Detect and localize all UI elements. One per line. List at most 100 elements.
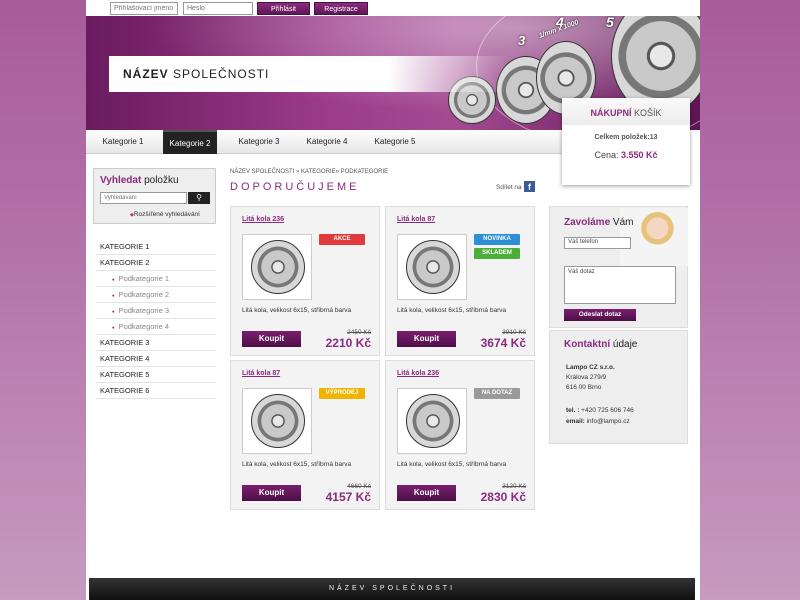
category-item[interactable]: KATEGORIE 5 <box>96 367 216 383</box>
shopping-cart[interactable]: NÁKUPNÍ KOŠÍK Celkem položek:13 Cena: 3.… <box>562 98 690 185</box>
buy-button[interactable]: Koupit <box>397 331 456 347</box>
callback-title: Zavoláme Vám <box>564 217 633 228</box>
product-image[interactable] <box>397 234 467 300</box>
breadcrumb[interactable]: NÁZEV SPOLEČNOSTI » KATEGORIE» PODKATEGO… <box>230 169 388 175</box>
wheel-image <box>251 394 305 448</box>
cart-title-rest: KOŠÍK <box>631 108 662 118</box>
cart-price-label: Cena: <box>594 150 621 160</box>
search-title-rest: položku <box>141 175 179 186</box>
search-button[interactable]: ⚲ <box>188 192 210 204</box>
category-item[interactable]: KATEGORIE 1 <box>96 239 216 255</box>
product-price: 3674 Kč <box>480 336 526 350</box>
login-button[interactable]: Přihlásit <box>257 2 310 15</box>
product-description: Litá kola, velikost 6x15, stříbrná barva <box>397 461 507 468</box>
nav-item-kategorie-4[interactable]: Kategorie 4 <box>296 130 358 154</box>
page: Přihlásit Registrace 3 4 5 1/min x 1000 … <box>86 0 700 600</box>
search-title-bold: Vyhledat <box>100 175 142 186</box>
product-image[interactable] <box>397 388 467 454</box>
product-price: 4157 Kč <box>325 490 371 504</box>
wheel-image <box>406 394 460 448</box>
category-item[interactable]: KATEGORIE 6 <box>96 383 216 399</box>
contact-email-label: email: <box>566 418 585 425</box>
facebook-icon[interactable]: f <box>524 181 535 192</box>
category-item[interactable]: KATEGORIE 2 <box>96 255 216 271</box>
wheel-image <box>251 240 305 294</box>
nav-item-kategorie-1[interactable]: Kategorie 1 <box>92 130 154 154</box>
contact-email[interactable]: email: info@lampo.cz <box>566 418 630 425</box>
contact-panel: Kontaktní údaje Lampo CZ s.r.o. Králova … <box>549 330 688 444</box>
contact-email-value: info@lampo.cz <box>584 418 630 425</box>
login-bar: Přihlásit Registrace <box>86 0 700 16</box>
product-badge: VÝPRODEJ <box>319 388 365 399</box>
product-description: Litá kola, velikost 6x15, stříbrná barva <box>242 461 352 468</box>
contact-phone-value: +420 725 606 746 <box>579 407 634 414</box>
product-badge: NOVINKA <box>474 234 520 245</box>
search-input[interactable] <box>100 192 187 204</box>
contact-title-bold: Kontaktní <box>564 339 611 350</box>
contact-phone: tel. : +420 725 606 746 <box>566 407 634 414</box>
product-image[interactable] <box>242 234 312 300</box>
logo-bold: NÁZEV <box>123 67 169 81</box>
search-panel: Vyhledat položku ⚲ Rozšířené vyhledávání <box>93 168 216 224</box>
category-item[interactable]: KATEGORIE 4 <box>96 351 216 367</box>
product-title[interactable]: Litá kola 87 <box>397 216 435 223</box>
search-title: Vyhledat položku <box>100 175 179 186</box>
product-badge: SKLADEM <box>474 248 520 259</box>
cart-title-bold: NÁKUPNÍ <box>590 108 632 118</box>
buy-button[interactable]: Koupit <box>242 331 301 347</box>
contact-phone-label: tel. : <box>566 407 580 414</box>
nav-item-kategorie-2[interactable]: Kategorie 2 <box>163 130 217 154</box>
product-card: Litá kola 87 VÝPRODEJ Litá kola, velikos… <box>230 360 380 510</box>
contact-city: 616 00 Brno <box>566 384 602 391</box>
product-title[interactable]: Litá kola 236 <box>242 216 284 223</box>
subcategory-item[interactable]: Podkategorie 1 <box>96 271 216 287</box>
product-description: Litá kola, velikost 6x15, stříbrná barva <box>242 307 352 314</box>
old-price: 4660 Kč <box>347 483 371 490</box>
register-button[interactable]: Registrace <box>314 2 368 15</box>
search-icon: ⚲ <box>196 193 202 202</box>
password-input[interactable] <box>183 2 253 15</box>
cart-price: Cena: 3.550 Kč <box>562 150 690 160</box>
product-image[interactable] <box>242 388 312 454</box>
buy-button[interactable]: Koupit <box>397 485 456 501</box>
cart-item-count: Celkem položek:13 <box>594 134 658 141</box>
nav-item-kategorie-3[interactable]: Kategorie 3 <box>228 130 290 154</box>
phone-input[interactable]: Váš telefon <box>564 237 631 249</box>
cart-title: NÁKUPNÍ KOŠÍK <box>562 98 690 125</box>
callback-title-bold: Zavoláme <box>564 217 611 228</box>
logo-rest: SPOLEČNOSTI <box>168 67 270 81</box>
product-description: Litá kola, velikost 6x15, stříbrná barva <box>397 307 507 314</box>
advanced-search-link[interactable]: Rozšířené vyhledávání <box>130 211 200 218</box>
cart-price-value: 3.550 Kč <box>621 150 658 160</box>
callback-panel: Zavoláme Vám Váš telefon Váš dotaz Odesl… <box>549 206 688 328</box>
footer: NÁZEV SPOLEČNOSTI <box>89 578 695 600</box>
share-label: Sdílet na <box>496 184 522 191</box>
contact-street: Králova 279/9 <box>566 374 607 381</box>
company-logo[interactable]: NÁZEV SPOLEČNOSTI <box>109 56 509 92</box>
dial-number-5: 5 <box>606 16 614 30</box>
subcategory-item[interactable]: Podkategorie 3 <box>96 303 216 319</box>
subcategory-item[interactable]: Podkategorie 2 <box>96 287 216 303</box>
send-button[interactable]: Odeslat dotaz <box>564 309 636 321</box>
dial-number-3: 3 <box>518 33 526 48</box>
product-card: Litá kola 87 NOVINKA SKLADEM Litá kola, … <box>385 206 535 356</box>
product-title[interactable]: Litá kola 87 <box>242 370 280 377</box>
old-price: 3910 Kč <box>502 329 526 336</box>
old-price: 2450 Kč <box>347 329 371 336</box>
message-textarea[interactable]: Váš dotaz <box>564 266 676 304</box>
buy-button[interactable]: Koupit <box>242 485 301 501</box>
username-input[interactable] <box>110 2 178 15</box>
contact-company: Lampo CZ s.r.o. <box>566 364 615 371</box>
nav-item-kategorie-5[interactable]: Kategorie 5 <box>364 130 426 154</box>
wheel-image <box>406 240 460 294</box>
product-badge: AKCE <box>319 234 365 245</box>
main-nav: Kategorie 1 Kategorie 2 Kategorie 3 Kate… <box>86 130 562 154</box>
product-title[interactable]: Litá kola 236 <box>397 370 439 377</box>
category-item[interactable]: KATEGORIE 3 <box>96 335 216 351</box>
product-price: 2830 Kč <box>480 490 526 504</box>
subcategory-item[interactable]: Podkategorie 4 <box>96 319 216 335</box>
contact-title-rest: údaje <box>610 339 638 350</box>
contact-title: Kontaktní údaje <box>564 339 637 350</box>
product-card: Litá kola 236 NA DOTAZ Litá kola, veliko… <box>385 360 535 510</box>
page-title: DOPORUČUJEME <box>230 181 360 193</box>
